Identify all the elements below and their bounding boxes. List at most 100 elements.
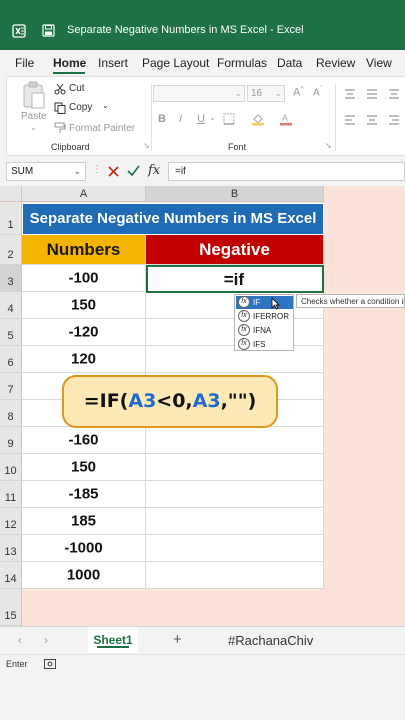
paste-dropdown-icon[interactable]: ⌄ bbox=[30, 123, 37, 132]
row-header[interactable]: 7 bbox=[0, 373, 22, 400]
row-header[interactable]: 6 bbox=[0, 346, 22, 373]
autocomplete-item-ifs[interactable]: fx IFS bbox=[236, 338, 293, 351]
creator-hashtag: #RachanaChiv bbox=[228, 633, 314, 648]
cell-a14[interactable]: 1000 bbox=[22, 562, 146, 589]
cell-a5[interactable]: -120 bbox=[22, 319, 146, 346]
cell-b11[interactable] bbox=[146, 481, 324, 508]
cell-a10[interactable]: 150 bbox=[22, 454, 146, 481]
chevron-down-icon: ⌄ bbox=[73, 166, 81, 176]
tab-view[interactable]: View bbox=[366, 56, 392, 70]
row-header[interactable]: 12 bbox=[0, 508, 22, 535]
cell-a13[interactable]: -1000 bbox=[22, 535, 146, 562]
cell-b12[interactable] bbox=[146, 508, 324, 535]
svg-text:A: A bbox=[282, 113, 288, 123]
cell-b14[interactable] bbox=[146, 562, 324, 589]
cancel-icon[interactable] bbox=[108, 166, 119, 177]
clipboard-group-label: Clipboard bbox=[51, 142, 90, 152]
cell-b9[interactable] bbox=[146, 427, 324, 454]
cell-a11[interactable]: -185 bbox=[22, 481, 146, 508]
chevron-right-icon[interactable]: › bbox=[44, 633, 48, 647]
accessibility-icon[interactable] bbox=[44, 659, 56, 669]
select-all-corner[interactable] bbox=[0, 186, 22, 202]
row-header[interactable]: 2 bbox=[0, 235, 22, 265]
copy-label[interactable]: Copy bbox=[69, 102, 92, 113]
column-header-a[interactable]: A bbox=[22, 186, 146, 202]
tab-page-layout[interactable]: Page Layout bbox=[142, 56, 209, 70]
horizontal-align-icons[interactable] bbox=[343, 113, 403, 127]
autocomplete-item-if[interactable]: fx IF bbox=[236, 296, 293, 309]
mouse-pointer-icon bbox=[271, 297, 280, 310]
cell-a12[interactable]: 185 bbox=[22, 508, 146, 535]
row-header[interactable]: 9 bbox=[0, 427, 22, 454]
cell-a4[interactable]: 150 bbox=[22, 292, 146, 319]
cut-label[interactable]: Cut bbox=[69, 83, 85, 94]
fill-color-icon[interactable] bbox=[251, 112, 265, 126]
autocomplete-item-ifna[interactable]: fx IFNA bbox=[236, 324, 293, 337]
excel-app-icon bbox=[12, 24, 26, 38]
formula-input[interactable]: =if bbox=[168, 162, 405, 181]
decrease-font-icon[interactable]: Aˇ bbox=[313, 86, 322, 98]
name-box[interactable]: SUM ⌄ bbox=[6, 162, 86, 181]
tab-sheet1[interactable]: Sheet1 bbox=[88, 627, 138, 653]
italic-icon[interactable]: I bbox=[179, 113, 182, 125]
row-header[interactable]: 13 bbox=[0, 535, 22, 562]
row-header[interactable]: 11 bbox=[0, 481, 22, 508]
cell-a3[interactable]: -100 bbox=[22, 265, 146, 292]
autocomplete-item-iferror[interactable]: fx IFERROR bbox=[236, 310, 293, 323]
increase-font-icon[interactable]: A^ bbox=[293, 86, 304, 99]
tab-formulas[interactable]: Formulas bbox=[217, 56, 267, 70]
clipboard-launcher-icon[interactable]: ↘ bbox=[143, 141, 150, 150]
sheet-title-cell[interactable]: Separate Negative Numbers in MS Excel bbox=[22, 203, 324, 235]
row-header[interactable]: 4 bbox=[0, 292, 22, 319]
font-name-field[interactable]: ⌄ bbox=[153, 85, 245, 102]
row-header[interactable]: 3 bbox=[0, 265, 22, 292]
row-header[interactable]: 1 bbox=[0, 203, 22, 235]
tab-data[interactable]: Data bbox=[277, 56, 302, 70]
paste-icon[interactable] bbox=[21, 81, 47, 111]
format-painter-icon[interactable] bbox=[54, 122, 66, 134]
copy-dropdown-icon[interactable]: ⌄ bbox=[102, 101, 109, 110]
underline-icon[interactable]: U bbox=[197, 113, 205, 125]
underline-dropdown-icon[interactable]: ⌄ bbox=[209, 113, 216, 122]
function-icon: fx bbox=[238, 310, 250, 322]
column-header-b[interactable]: B bbox=[146, 186, 324, 202]
active-sheet-underline bbox=[97, 646, 129, 648]
cut-icon[interactable] bbox=[54, 83, 66, 95]
tab-review[interactable]: Review bbox=[316, 56, 355, 70]
tab-file[interactable]: File bbox=[15, 56, 34, 70]
row-header[interactable]: 14 bbox=[0, 562, 22, 589]
chevron-down-icon: ⌄ bbox=[274, 88, 282, 98]
font-launcher-icon[interactable]: ↘ bbox=[325, 141, 332, 150]
ribbon-divider bbox=[335, 83, 336, 151]
header-cell-numbers[interactable]: Numbers bbox=[22, 235, 146, 265]
format-painter-label[interactable]: Format Painter bbox=[69, 123, 135, 134]
title-bar: Separate Negative Numbers in MS Excel - … bbox=[0, 0, 405, 50]
font-size-field[interactable]: 16 ⌄ bbox=[247, 85, 285, 102]
tab-insert[interactable]: Insert bbox=[98, 56, 128, 70]
chevron-left-icon[interactable]: ‹ bbox=[18, 633, 22, 647]
font-color-icon[interactable]: A bbox=[279, 112, 293, 126]
cell-a6[interactable]: 120 bbox=[22, 346, 146, 373]
row-header[interactable]: 8 bbox=[0, 400, 22, 427]
bold-icon[interactable]: B bbox=[158, 113, 166, 125]
menu-bar: File Home Insert Page Layout Formulas Da… bbox=[0, 50, 405, 74]
row-header[interactable]: 10 bbox=[0, 454, 22, 481]
save-icon[interactable] bbox=[42, 24, 55, 37]
row-header[interactable]: 5 bbox=[0, 319, 22, 346]
header-cell-negative[interactable]: Negative bbox=[146, 235, 324, 265]
vertical-align-icons[interactable] bbox=[343, 87, 403, 101]
paste-label[interactable]: Paste bbox=[21, 111, 47, 122]
enter-icon[interactable] bbox=[127, 165, 140, 177]
add-sheet-button[interactable]: + bbox=[173, 631, 182, 648]
borders-icon[interactable] bbox=[223, 113, 235, 125]
ribbon: Paste ⌄ Cut Copy ⌄ Format Painter Clipbo… bbox=[6, 76, 405, 156]
insert-function-icon[interactable]: fx bbox=[148, 163, 160, 178]
row-header[interactable]: 15 bbox=[0, 589, 22, 626]
cell-b10[interactable] bbox=[146, 454, 324, 481]
tab-home[interactable]: Home bbox=[53, 56, 86, 70]
active-cell-b3[interactable]: =if bbox=[146, 265, 324, 293]
cell-a9[interactable]: -160 bbox=[22, 427, 146, 454]
cell-b13[interactable] bbox=[146, 535, 324, 562]
window-title: Separate Negative Numbers in MS Excel - … bbox=[67, 24, 304, 36]
copy-icon[interactable] bbox=[54, 102, 66, 114]
